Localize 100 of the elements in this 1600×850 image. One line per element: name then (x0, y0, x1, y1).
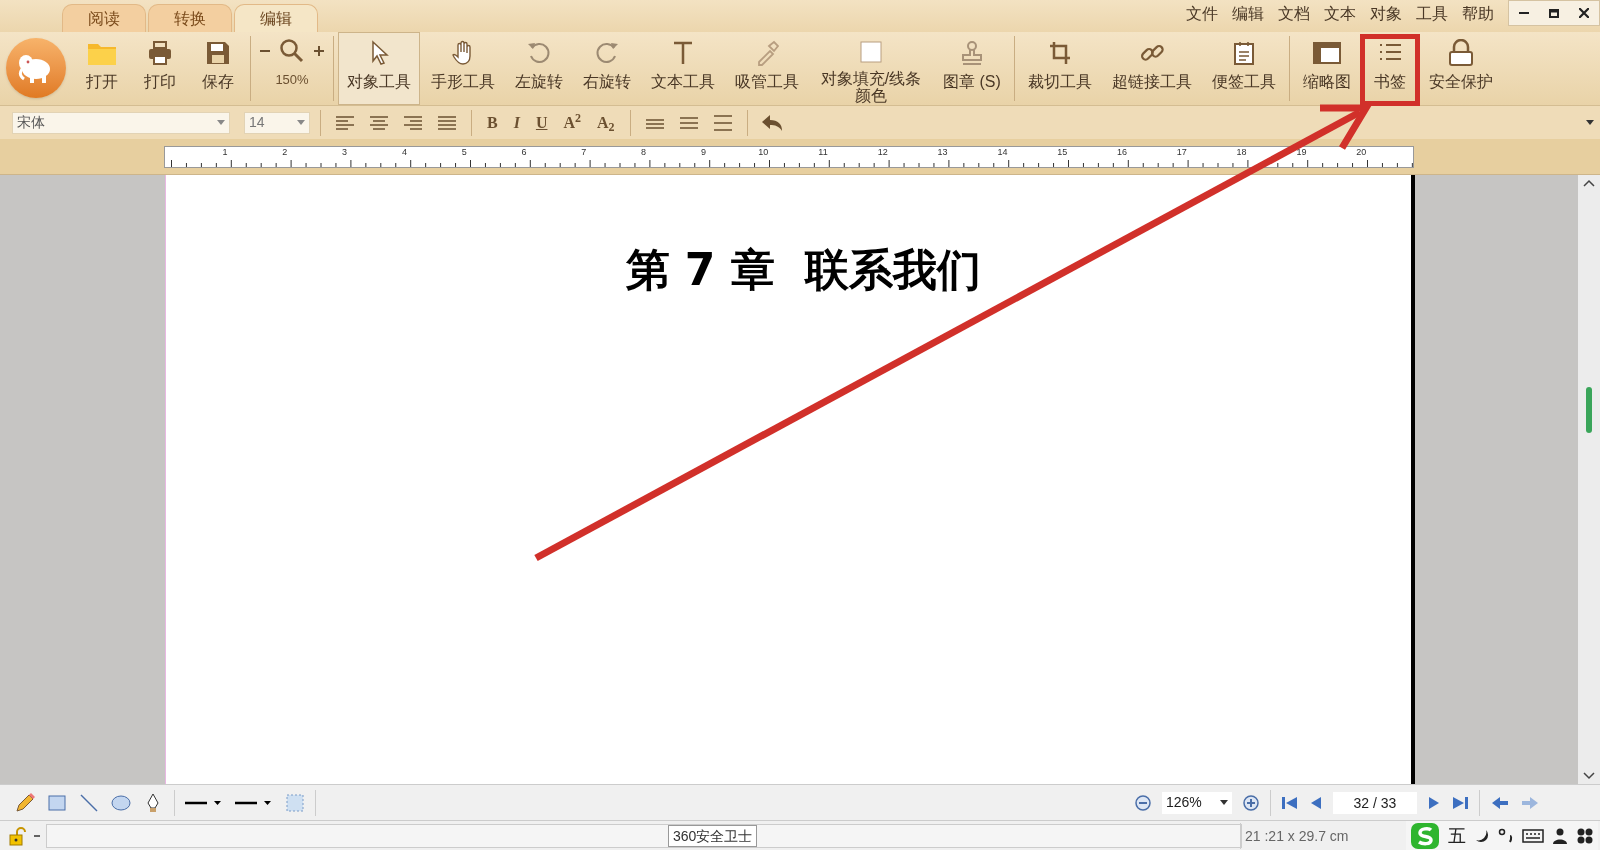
toolbar-button[interactable]: 裁切工具 (1018, 32, 1101, 105)
text-style-button[interactable]: B (482, 110, 503, 135)
align-right-icon (402, 113, 424, 132)
notepad-icon (1231, 39, 1256, 67)
menu-item[interactable]: 文件 (1186, 2, 1218, 26)
last-page-button[interactable] (1451, 794, 1469, 811)
text-style-button[interactable]: U (530, 110, 553, 135)
last-page-icon (1451, 794, 1469, 811)
ruler-number: 13 (937, 146, 948, 157)
minimize-icon (1519, 12, 1529, 14)
font-select[interactable]: 宋体 (12, 111, 230, 134)
zoom-out-button[interactable] (1134, 793, 1152, 812)
zoom-in-icon (313, 45, 325, 57)
font-size-select[interactable]: 14 (244, 111, 310, 134)
line-tool-button[interactable] (78, 791, 100, 814)
zoom-in-button[interactable] (1242, 793, 1260, 812)
tab[interactable]: 转换 (148, 4, 232, 32)
toolbar-button[interactable]: 打印 (132, 32, 188, 105)
toolbar-button[interactable]: 图章 (S) (934, 32, 1010, 105)
menu-item[interactable]: 文本 (1324, 2, 1356, 26)
toolbar-button[interactable]: 手形工具 (422, 32, 504, 105)
toolbar-button[interactable]: 左旋转 (506, 32, 572, 105)
person-icon[interactable] (1552, 828, 1568, 844)
menu-item[interactable]: 编辑 (1232, 2, 1264, 26)
save-icon (205, 39, 231, 67)
text-style-button[interactable]: A$^{2}$ (558, 110, 587, 135)
printer-icon (147, 39, 173, 67)
ruler-number: 8 (641, 146, 647, 157)
grid-icon[interactable] (1576, 828, 1594, 844)
forward-icon (1520, 794, 1540, 811)
justify-icon (436, 113, 458, 132)
app-logo[interactable] (6, 38, 66, 98)
ruler-number: 20 (1356, 146, 1367, 157)
toolbar-button[interactable]: 安全保护 (1419, 32, 1502, 105)
ime-mode[interactable]: 五 (1448, 822, 1466, 850)
moon-icon[interactable] (1474, 828, 1490, 844)
menu-item[interactable]: 对象 (1370, 2, 1402, 26)
toolbar-button[interactable]: 便签工具 (1202, 32, 1285, 105)
ruler-number: 3 (342, 146, 348, 157)
padlock-icon (8, 825, 28, 846)
page-size-text: 21 :21 x 29.7 cm (1240, 823, 1353, 849)
maximize-icon (1549, 8, 1559, 18)
ruler-number: 12 (877, 146, 888, 157)
zoom-in-icon (1242, 793, 1260, 812)
ruler-number: 17 (1176, 146, 1187, 157)
punctuation-icon[interactable] (1498, 828, 1514, 844)
toolbar-button[interactable]: 右旋转 (574, 32, 640, 105)
text-style-button[interactable]: I (508, 110, 525, 135)
stamp-icon (959, 39, 984, 67)
toolbar-button[interactable]: 对象填充/线条颜色 (810, 32, 932, 105)
page-number-field[interactable]: 32 / 33 (1333, 791, 1417, 814)
chapter-heading: 第 7 章 联系我们 (625, 243, 982, 297)
tab[interactable]: 阅读 (62, 4, 146, 32)
first-page-icon (1281, 794, 1299, 811)
toolbar-button[interactable]: 对象工具 (338, 32, 420, 105)
previous-page-icon (1309, 794, 1323, 811)
ruler-number: 4 (401, 146, 407, 157)
menu-item[interactable]: 工具 (1416, 2, 1448, 26)
zoom-select[interactable]: 126% (1162, 791, 1232, 814)
back-icon (1490, 794, 1510, 811)
undo-icon (760, 112, 783, 133)
ruler-number: 5 (461, 146, 467, 157)
tray-tooltip: 360安全卫士 (668, 825, 758, 847)
toolbar-button[interactable]: 文本工具 (642, 32, 724, 105)
tab[interactable]: 编辑 (234, 4, 318, 32)
text-icon (671, 39, 695, 67)
ruler-number: 6 (521, 146, 527, 157)
toolbar-button[interactable]: 保存 (190, 32, 246, 105)
menu-item[interactable]: 帮助 (1462, 2, 1494, 26)
previous-page-button[interactable] (1309, 794, 1323, 811)
text-style-button[interactable]: A$_{2}$ (592, 110, 620, 135)
first-page-button[interactable] (1281, 794, 1299, 811)
toolbar-button[interactable]: 超链接工具 (1102, 32, 1201, 105)
ruler-number: 1 (222, 146, 228, 157)
toolbar-button[interactable]: 缩略图 (1293, 32, 1360, 105)
pencil-tool-button[interactable] (14, 791, 36, 814)
zoom-in-button[interactable] (313, 45, 325, 57)
toolbar-button[interactable]: 吸管工具 (726, 32, 808, 105)
caret-icon (1220, 799, 1228, 806)
pencil-tool-icon (14, 791, 36, 814)
close-icon (1579, 8, 1589, 18)
ruler-number: 14 (997, 146, 1008, 157)
keyboard-icon[interactable] (1522, 829, 1544, 843)
toolbar-button[interactable]: 书签 (1361, 32, 1418, 105)
square-icon (859, 39, 883, 64)
selection-frame-icon (285, 792, 305, 813)
caret-icon (297, 119, 305, 126)
scrollbar[interactable] (1578, 175, 1600, 784)
align-center-icon (368, 113, 390, 132)
ruler-number: 15 (1057, 146, 1068, 157)
ruler-number: 9 (700, 146, 706, 157)
crop-icon (1047, 39, 1072, 67)
toolbar-button[interactable]: 打开 (74, 32, 130, 105)
ruler-number: 2 (282, 146, 288, 157)
next-page-icon (1427, 794, 1441, 811)
search-icon (279, 38, 305, 64)
menu-item[interactable]: 文档 (1278, 2, 1310, 26)
next-page-button[interactable] (1427, 794, 1441, 811)
back-button[interactable] (1490, 794, 1510, 811)
scroll-thumb[interactable] (1586, 387, 1592, 433)
